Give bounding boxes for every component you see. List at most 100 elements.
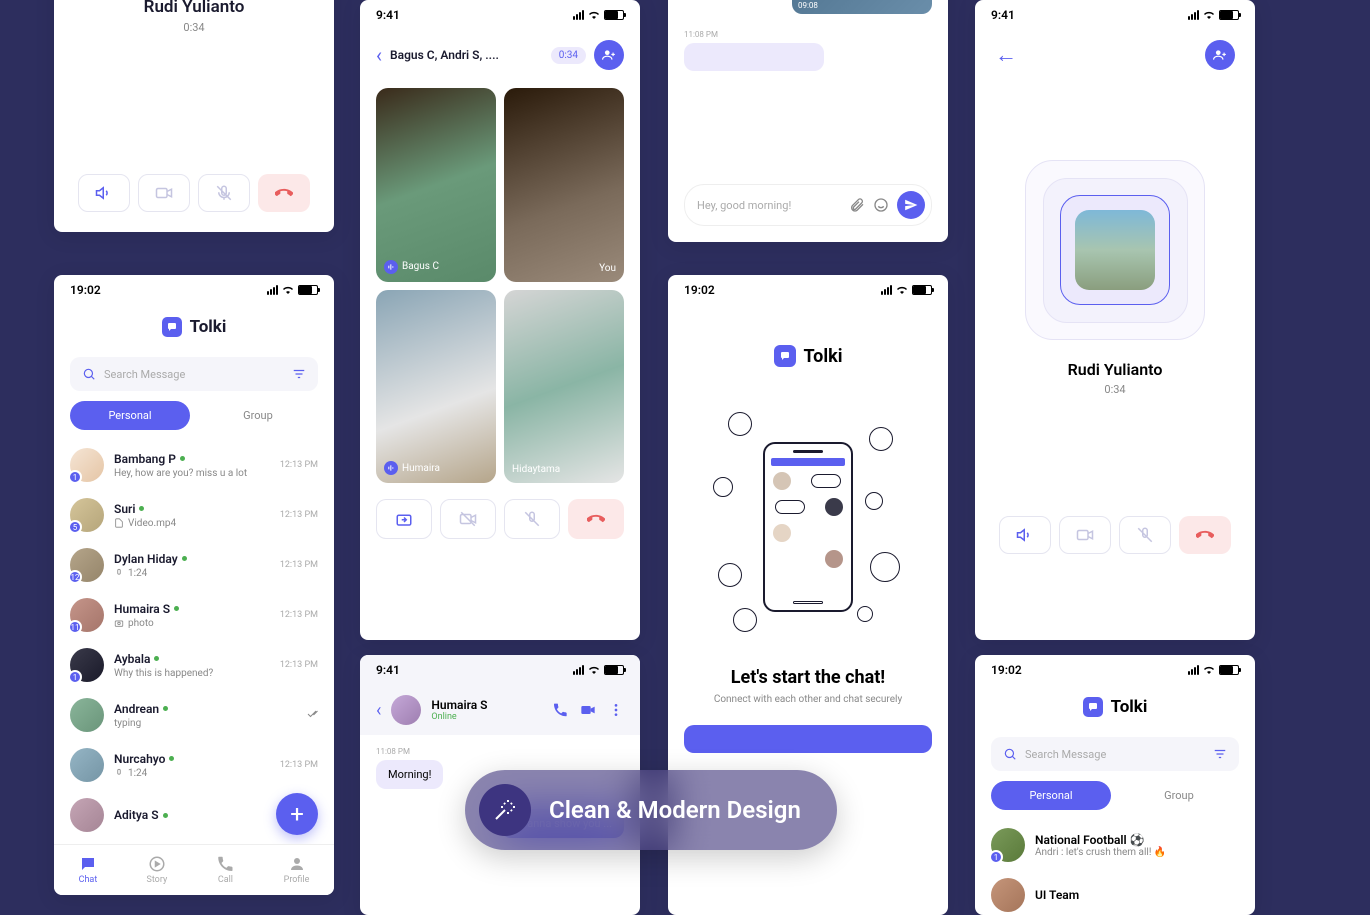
- emoji-icon: [733, 608, 757, 632]
- tab-group[interactable]: Group: [198, 401, 318, 430]
- onboarding-title: Let's start the chat!: [668, 667, 948, 688]
- status-bar: 19:02: [54, 275, 334, 305]
- send-button[interactable]: [897, 191, 925, 219]
- emoji-icon: [713, 477, 733, 497]
- filter-icon[interactable]: [292, 367, 306, 381]
- story-icon: [148, 855, 166, 873]
- chat-item[interactable]: 1Bambang PHey, how are you? miss u a lot…: [54, 440, 334, 490]
- speaker-button[interactable]: [999, 516, 1051, 554]
- add-participant-button[interactable]: [594, 40, 624, 70]
- emoji-icon: [865, 492, 883, 510]
- search-input[interactable]: Search Message: [70, 357, 318, 391]
- message-input[interactable]: Hey, good morning!: [684, 184, 932, 226]
- mute-button[interactable]: [504, 499, 560, 539]
- signal-icon: [881, 285, 892, 295]
- tab-personal[interactable]: Personal: [991, 781, 1111, 810]
- more-icon[interactable]: [608, 702, 624, 718]
- flip-camera-button[interactable]: [376, 499, 432, 539]
- caller-photo: [1075, 210, 1155, 290]
- app-logo-icon: [162, 317, 182, 337]
- video-tile[interactable]: Humaira: [376, 290, 496, 484]
- nav-chat[interactable]: Chat: [79, 855, 98, 885]
- battery-icon: [1219, 10, 1239, 20]
- battery-icon: [298, 285, 318, 295]
- call-icon[interactable]: [552, 702, 568, 718]
- chat-item[interactable]: Andreantyping: [54, 690, 334, 740]
- emoji-icon: [718, 563, 742, 587]
- emoji-icon: [728, 412, 752, 436]
- call-top-bar: ←: [975, 30, 1255, 80]
- chat-item[interactable]: 5SuriVideo.mp412:13 PM: [54, 490, 334, 540]
- mic-icon: [114, 568, 124, 578]
- attachment-icon[interactable]: [849, 197, 865, 213]
- avatar[interactable]: [391, 695, 421, 725]
- video-button[interactable]: [138, 174, 190, 212]
- call-duration: 0:34: [183, 21, 204, 34]
- mute-button[interactable]: [1119, 516, 1171, 554]
- search-icon: [82, 367, 96, 381]
- call-controls: [360, 483, 640, 555]
- filter-icon[interactable]: [1213, 747, 1227, 761]
- wifi-icon: [896, 284, 908, 296]
- call-duration: 0:34: [975, 383, 1255, 396]
- chat-item[interactable]: 1National Football ⚽Andri : let's crush …: [975, 820, 1255, 870]
- chat-item[interactable]: Nurcahyo1:2412:13 PM: [54, 740, 334, 790]
- wifi-icon: [1203, 9, 1215, 21]
- signal-icon: [267, 285, 278, 295]
- back-icon[interactable]: ‹: [376, 43, 382, 67]
- typing-time: 11:08 PM: [684, 30, 932, 39]
- chat-item[interactable]: 11Humaira Sphoto12:13 PM: [54, 590, 334, 640]
- tab-group[interactable]: Group: [1119, 781, 1239, 810]
- app-name: Tolki: [190, 317, 227, 337]
- chat-item[interactable]: UI Team: [975, 870, 1255, 915]
- mute-button[interactable]: [198, 174, 250, 212]
- signal-icon: [573, 665, 584, 675]
- new-chat-fab[interactable]: +: [276, 793, 318, 835]
- start-button[interactable]: [684, 725, 932, 753]
- video-message[interactable]: 09:08: [792, 0, 932, 14]
- status-bar: 19:02: [975, 655, 1255, 685]
- hangup-button[interactable]: [1179, 516, 1231, 554]
- nav-story[interactable]: Story: [146, 855, 167, 885]
- emoji-icon: [869, 427, 893, 451]
- hangup-button[interactable]: [258, 174, 310, 212]
- nav-profile[interactable]: Profile: [284, 855, 310, 885]
- back-icon[interactable]: ‹: [376, 700, 381, 721]
- online-dot-icon: [163, 706, 168, 711]
- audio-wave-icon: [384, 461, 398, 475]
- video-icon[interactable]: [580, 702, 596, 718]
- search-input[interactable]: Search Message: [991, 737, 1239, 771]
- back-icon[interactable]: ←: [995, 42, 1017, 68]
- video-tile[interactable]: Bagus C: [376, 88, 496, 282]
- chat-item[interactable]: 12Dylan Hiday1:2412:13 PM: [54, 540, 334, 590]
- chat-user-name: Humaira S: [431, 698, 487, 712]
- video-button[interactable]: [1059, 516, 1111, 554]
- chat-icon: [79, 855, 97, 873]
- video-tile[interactable]: You: [504, 88, 624, 282]
- typing-bubble: [684, 43, 824, 71]
- input-placeholder: Hey, good morning!: [697, 199, 841, 212]
- status-bar: 9:41: [360, 0, 640, 30]
- mic-icon: [114, 768, 124, 778]
- typing-indicator: 11:08 PM: [684, 22, 932, 71]
- caller-name: Rudi Yulianto: [144, 0, 245, 17]
- tab-personal[interactable]: Personal: [70, 401, 190, 430]
- emoji-icon[interactable]: [873, 197, 889, 213]
- video-tile[interactable]: Hidaytama: [504, 290, 624, 484]
- emoji-icon: [857, 606, 873, 622]
- hangup-button[interactable]: [568, 499, 624, 539]
- tabs: Personal Group: [991, 781, 1239, 810]
- search-placeholder: Search Message: [1025, 748, 1205, 761]
- bottom-nav: Chat Story Call Profile: [54, 844, 334, 895]
- search-icon: [1003, 747, 1017, 761]
- speaker-button[interactable]: [78, 174, 130, 212]
- online-dot-icon: [180, 456, 185, 461]
- chat-item[interactable]: 1AybalaWhy this is happened?12:13 PM: [54, 640, 334, 690]
- group-list-screen: 19:02 Tolki Search Message Personal Grou…: [975, 655, 1255, 915]
- battery-icon: [604, 665, 624, 675]
- add-participant-button[interactable]: [1205, 40, 1235, 70]
- banner: Clean & Modern Design: [465, 770, 837, 850]
- call-controls: [78, 174, 310, 212]
- nav-call[interactable]: Call: [216, 855, 234, 885]
- video-off-button[interactable]: [440, 499, 496, 539]
